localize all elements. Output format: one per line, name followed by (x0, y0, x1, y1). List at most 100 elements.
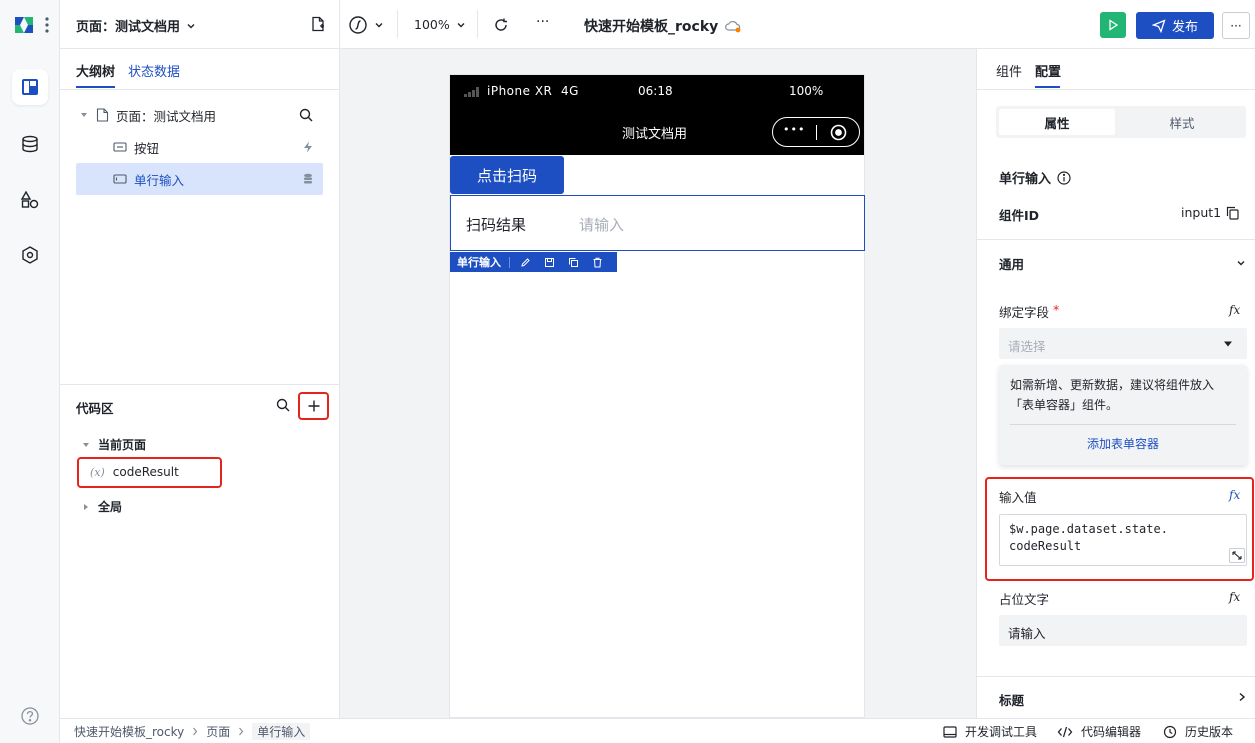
segment-styles[interactable]: 样式 (1121, 109, 1243, 135)
info-icon[interactable] (1057, 170, 1071, 185)
expand-editor-button[interactable] (1229, 548, 1245, 563)
console-icon (943, 725, 957, 738)
breadcrumb-app[interactable]: 快速开始模板_rocky (74, 723, 184, 740)
bind-placeholder: 请选择 (1008, 339, 1046, 354)
components-icon[interactable] (12, 182, 48, 218)
fx-bind-button[interactable]: fx (1229, 303, 1240, 317)
more-tools-button[interactable]: ··· (536, 14, 549, 30)
required-mark: * (1053, 302, 1060, 317)
publish-button[interactable]: 发布 (1136, 12, 1214, 39)
page-file-icon (96, 108, 109, 122)
copy-icon[interactable] (568, 257, 579, 268)
page-selector[interactable]: 页面：测试文档用 (76, 16, 196, 35)
design-canvas: iPhone XR 4G 06:18 100% 测试文档用 ••• 点击扫码 扫… (340, 49, 976, 718)
history-icon (1163, 725, 1177, 738)
search-icon[interactable] (299, 108, 313, 122)
chevron-right-icon[interactable] (1238, 692, 1246, 702)
history-button[interactable]: 历史版本 (1163, 723, 1233, 740)
phone-frame: iPhone XR 4G 06:18 100% 测试文档用 ••• 点击扫码 扫… (449, 74, 865, 718)
tree-page-label: 页面：测试文档用 (116, 108, 217, 124)
input-value-code: $w.page.dataset.state. codeResult (1009, 522, 1168, 553)
dev-tools-button[interactable]: 开发调试工具 (943, 723, 1037, 740)
save-icon[interactable] (544, 257, 555, 268)
placeholder-input[interactable]: 请输入 (999, 615, 1247, 646)
scan-code-button[interactable]: 点击扫码 (450, 156, 564, 194)
send-icon (1151, 18, 1166, 33)
chevron-down-icon[interactable] (1236, 258, 1246, 268)
tree-item-single-input[interactable]: 单行输入 (76, 163, 323, 195)
add-form-container-link[interactable]: 添加表单容器 (999, 435, 1247, 452)
app-title-text: 快速开始模板_rocky (584, 19, 719, 35)
carrier-text: iPhone XR 4G (487, 84, 579, 98)
chevron-down-icon (457, 22, 465, 27)
new-page-icon[interactable] (310, 16, 326, 32)
zoom-dropdown[interactable]: 100% (414, 17, 466, 32)
cloud-sync-icon (725, 20, 741, 33)
top-bar: 页面：测试文档用 100% ··· 快速开始模板_rocky 发布 ··· (60, 0, 1255, 49)
settings-hex-icon[interactable] (12, 237, 48, 273)
component-title: 单行输入 (999, 168, 1071, 187)
tab-outline[interactable]: 大纲树 (76, 61, 115, 80)
play-icon (1109, 19, 1119, 31)
database-icon[interactable] (12, 126, 48, 162)
component-id-value: input1 (1181, 205, 1222, 220)
segment-properties[interactable]: 属性 (999, 109, 1115, 135)
right-panel: 组件 配置 属性 样式 单行输入 组件ID input1 通用 绑定字段 * f… (976, 49, 1255, 718)
input-value-editor[interactable]: $w.page.dataset.state. codeResult (999, 514, 1247, 566)
publish-label: 发布 (1171, 20, 1198, 35)
clock-text: 06:18 (638, 84, 673, 98)
input-label: 扫码结果 (466, 216, 527, 234)
bind-field-select[interactable]: 请选择 (999, 328, 1247, 359)
variable-symbol: (𝑥) (90, 465, 105, 479)
more-options-button[interactable]: ··· (1222, 12, 1250, 39)
tab-config[interactable]: 配置 (1035, 61, 1061, 80)
scan-result-input[interactable]: 扫码结果 请输入 (450, 195, 865, 251)
capsule-menu[interactable]: ••• (772, 117, 860, 147)
tab-components[interactable]: 组件 (996, 61, 1022, 80)
section-current-page[interactable]: 当前页面 (82, 436, 146, 453)
variable-code-result[interactable]: (𝑥) codeResult (90, 465, 179, 479)
kebab-menu-icon[interactable] (44, 15, 50, 35)
form-container-tip: 如需新增、更新数据，建议将组件放入「表单容器」组件。 添加表单容器 (999, 365, 1247, 465)
title-section[interactable]: 标题 (999, 690, 1024, 709)
edit-icon[interactable] (520, 257, 531, 268)
phone-header: iPhone XR 4G 06:18 100% 测试文档用 ••• (450, 75, 864, 155)
button-component-icon (113, 142, 127, 152)
expand-icon (1232, 551, 1242, 560)
code-search-icon[interactable] (276, 398, 290, 412)
tree-page-node[interactable]: 页面：测试文档用 (76, 99, 323, 131)
tab-state-data[interactable]: 状态数据 (128, 61, 180, 80)
logic-dropdown[interactable] (348, 15, 384, 35)
section-global[interactable]: 全局 (82, 498, 122, 515)
chevron-right-icon (239, 727, 244, 736)
selection-toolbar: 单行输入 (450, 252, 617, 272)
chevron-right-icon (193, 727, 198, 736)
component-id-label: 组件ID (999, 208, 1040, 223)
fx-input-value-button[interactable]: fx (1229, 488, 1240, 502)
breadcrumb-component[interactable]: 单行输入 (252, 723, 311, 740)
bind-field-label: 绑定字段 * (999, 302, 1059, 321)
breadcrumb-page[interactable]: 页面 (206, 723, 230, 740)
fx-placeholder-button[interactable]: fx (1229, 590, 1240, 604)
component-title-text: 单行输入 (999, 172, 1052, 187)
lightning-icon (304, 141, 312, 153)
status-bar: 快速开始模板_rocky 页面 单行输入 开发调试工具 代码编辑器 历史版本 (60, 718, 1255, 743)
outline-nav-icon[interactable] (12, 69, 48, 105)
trash-icon[interactable] (592, 257, 603, 268)
tree-item-button[interactable]: 按钮 (76, 131, 323, 163)
capsule-close-icon[interactable] (830, 124, 847, 141)
general-section-title[interactable]: 通用 (999, 254, 1024, 273)
run-button[interactable] (1100, 12, 1126, 38)
help-icon[interactable] (12, 698, 48, 734)
database-small-icon (304, 173, 312, 184)
page-selector-label: 页面：测试文档用 (76, 20, 181, 35)
copy-icon[interactable] (1226, 206, 1239, 220)
code-editor-button[interactable]: 代码编辑器 (1057, 723, 1141, 740)
bind-field-text: 绑定字段 (999, 305, 1050, 320)
caret-down-icon (83, 442, 89, 447)
app-logo (12, 13, 36, 37)
input-component-icon (113, 174, 127, 184)
section-label: 全局 (98, 500, 123, 514)
add-icon[interactable] (307, 399, 321, 413)
refresh-icon[interactable] (493, 17, 509, 33)
